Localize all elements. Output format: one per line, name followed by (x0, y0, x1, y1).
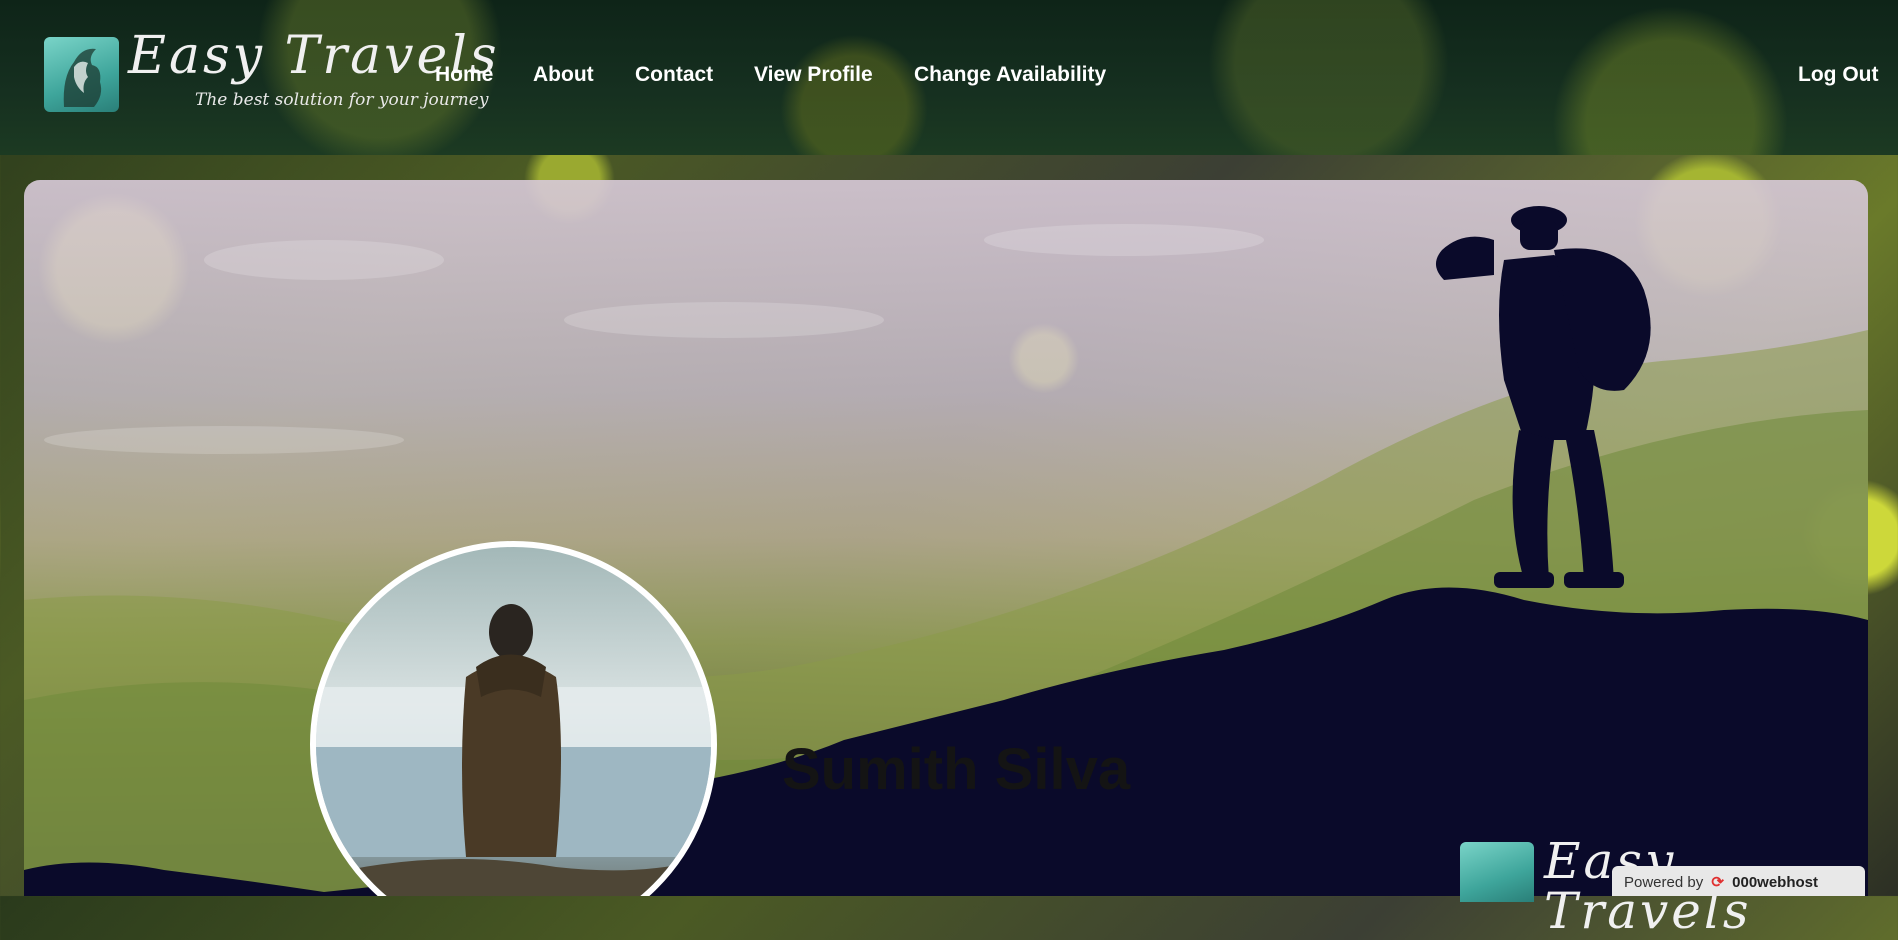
nav-view-profile[interactable]: View Profile (754, 63, 873, 87)
host-name: 000webhost (1732, 874, 1819, 891)
nav-about[interactable]: About (533, 63, 594, 87)
nav-contact[interactable]: Contact (635, 63, 713, 87)
nav-home[interactable]: Home (435, 63, 493, 87)
lion-logo-icon[interactable] (44, 37, 119, 112)
host-logo-icon: ⟳ (1711, 874, 1724, 891)
powered-by-badge[interactable]: Powered by ⟳ 000webhost (1612, 866, 1865, 896)
site-header: Easy Travels The best solution for your … (0, 0, 1898, 155)
footer-lion-logo-icon (1460, 842, 1534, 902)
nav-change-availability[interactable]: Change Availability (914, 63, 1106, 87)
profile-name: Sumith Silva (782, 737, 1131, 802)
profile-card: Sumith Silva (24, 180, 1868, 896)
powered-by-label: Powered by (1624, 874, 1704, 891)
logout-link[interactable]: Log Out (1798, 63, 1878, 87)
brand-tagline: The best solution for your journey (195, 90, 489, 110)
